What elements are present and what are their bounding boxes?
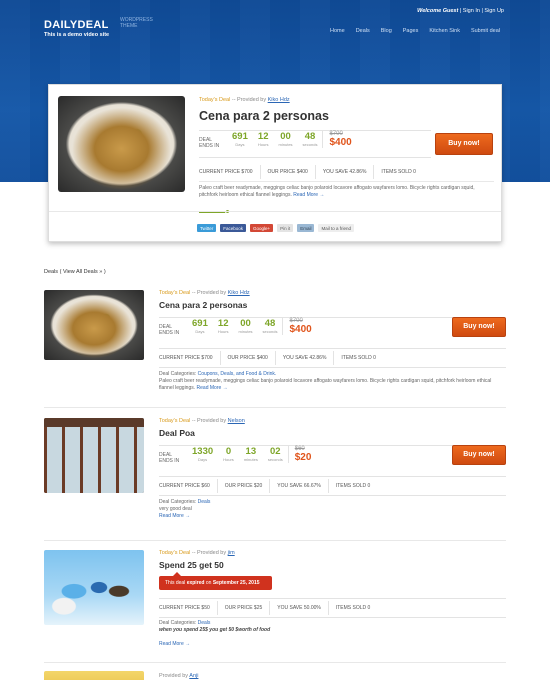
- deal-ends-label: DEAL ENDS IN: [199, 137, 220, 149]
- buy-now-button[interactable]: Buy now!: [452, 317, 506, 337]
- featured-description: Paleo craft beer readymade, meggings cel…: [199, 185, 475, 198]
- expired-notice: This deal expired on September 25, 2015: [159, 572, 272, 590]
- featured-deal-title[interactable]: Cena para 2 personas: [199, 109, 329, 123]
- category-links[interactable]: Deals: [198, 620, 211, 626]
- main-nav: Home Deals Blog Pages Kitchen Sink Submi…: [330, 28, 500, 34]
- deal-title[interactable]: Cena para 2 personas: [159, 300, 247, 310]
- provider-link[interactable]: jim: [228, 550, 235, 556]
- divider: [44, 662, 506, 663]
- nav-home[interactable]: Home: [330, 28, 345, 34]
- deal-title[interactable]: Deal Poa: [159, 428, 195, 438]
- site-tagline: This is a demo video site: [44, 32, 110, 38]
- current-price: CURRENT PRICE $700: [199, 169, 253, 175]
- deal-meta: Deal Categories: Deals when you spend 25…: [159, 620, 271, 647]
- price-summary: CURRENT PRICE $700 OUR PRICE $400 YOU SAVE…: [159, 348, 506, 368]
- deal-meta: Deal Categories: Deals very good deal Re…: [159, 499, 211, 519]
- deals-heading: Deals ( View All Deals » ): [44, 269, 106, 275]
- email-share-button[interactable]: Email: [297, 224, 315, 232]
- price-block: $700 $400: [322, 131, 352, 148]
- you-save: YOU SAVE 42.86%: [314, 165, 374, 179]
- provider-link[interactable]: Nelson: [228, 418, 245, 424]
- deal-image[interactable]: [44, 671, 144, 680]
- category-links[interactable]: Coupons, Deals, and Food & Drink.: [198, 371, 277, 377]
- new-price: $400: [329, 137, 352, 148]
- user-bar: Welcome Guest | Sign In | Sign Up: [417, 8, 504, 14]
- category-links[interactable]: Deals: [198, 499, 211, 505]
- deal-row: Provided by Anji: [44, 671, 506, 680]
- items-sold: ITEMS SOLD 0: [373, 165, 422, 179]
- deal-row: Today's Deal -- Provided by jim Spend 25…: [44, 550, 506, 660]
- divider: [44, 540, 506, 541]
- read-more-link[interactable]: Read More →: [159, 641, 190, 647]
- countdown-box: DEAL ENDS IN 1330 Days 0 Hours 13 minutes 0…: [159, 445, 499, 471]
- deal-image[interactable]: [44, 418, 144, 493]
- mail-friend-button[interactable]: Mail to a friend: [318, 224, 354, 232]
- deal-row: Today's Deal -- Provided by Kiko Hdz Cen…: [44, 290, 506, 402]
- deal-provider-line: Today's Deal -- Provided by Kiko Hdz: [199, 97, 290, 103]
- divider: [199, 181, 494, 182]
- pin-it-button[interactable]: Pin it: [277, 224, 294, 232]
- nav-deals[interactable]: Deals: [356, 28, 370, 34]
- sign-in-link[interactable]: Sign In: [463, 8, 480, 14]
- provider-link[interactable]: Anji: [189, 673, 198, 679]
- price-summary: CURRENT PRICE $700 OUR PRICE $400 YOU SA…: [199, 165, 423, 179]
- countdown-box: DEAL ENDS IN 691 Days 12 Hours 00 minutes 4…: [199, 130, 431, 158]
- featured-deal-image[interactable]: [58, 96, 185, 192]
- nav-blog[interactable]: Blog: [381, 28, 392, 34]
- countdown-box: DEAL ENDS IN 691 Days 12 Hours 00 minutes 4…: [159, 317, 499, 343]
- countdown-minutes: 00 minutes: [278, 131, 293, 147]
- nav-kitchen-sink[interactable]: Kitchen Sink: [429, 28, 460, 34]
- deal-provider-line: Today's Deal -- Provided by Nelson: [159, 418, 245, 424]
- deal-image[interactable]: [44, 550, 144, 625]
- nav-submit-deal[interactable]: Submit deal: [471, 28, 500, 34]
- deal-provider-line: Today's Deal -- Provided by jim: [159, 550, 235, 556]
- twitter-share-button[interactable]: Twitter: [197, 224, 217, 232]
- buy-now-button[interactable]: Buy now!: [452, 445, 506, 465]
- sign-up-link[interactable]: Sign Up: [484, 8, 504, 14]
- read-more-link[interactable]: Read More →: [293, 192, 324, 198]
- provider-link[interactable]: Kiko Hdz: [268, 97, 290, 103]
- view-all-deals-link[interactable]: ( View All Deals » ): [60, 269, 106, 275]
- google-plus-share-button[interactable]: Google+: [250, 224, 274, 232]
- todays-deal-label: Today's Deal: [199, 97, 231, 103]
- countdown-days: 691 Days: [232, 131, 248, 147]
- deal-title[interactable]: Spend 25 get 50: [159, 560, 224, 570]
- divider: [44, 407, 506, 408]
- deal-provider-line: Today's Deal -- Provided by Kiko Hdz: [159, 290, 250, 296]
- welcome-text: Welcome Guest: [417, 8, 459, 14]
- deal-provider-line: Provided by Anji: [159, 673, 199, 679]
- nav-pages[interactable]: Pages: [403, 28, 419, 34]
- price-summary: CURRENT PRICE $60 OUR PRICE $20 YOU SAVE 6…: [159, 476, 506, 496]
- deal-meta: Deal Categories: Coupons, Deals, and Foo…: [159, 371, 492, 391]
- provider-link[interactable]: Kiko Hdz: [228, 290, 250, 296]
- deal-image[interactable]: [44, 290, 144, 360]
- read-more-link[interactable]: Read More →: [197, 385, 228, 391]
- our-price: OUR PRICE $400: [259, 165, 315, 179]
- featured-deal: Today's Deal -- Provided by Kiko Hdz Cen…: [48, 84, 502, 242]
- countdown-seconds: 48 seconds: [302, 131, 318, 147]
- logo-subtitle: WORDPRESS THEME: [120, 17, 153, 29]
- read-more-link[interactable]: Read More →: [159, 513, 190, 519]
- share-buttons: Twitter Facebook Google+ Pin it Email Ma…: [197, 224, 354, 232]
- countdown-hours: 12 Hours: [257, 131, 269, 147]
- site-logo[interactable]: DAILYDEAL: [44, 19, 109, 31]
- facebook-share-button[interactable]: Facebook: [220, 224, 247, 232]
- divider: [49, 211, 501, 212]
- deal-row: Today's Deal -- Provided by Nelson Deal …: [44, 418, 506, 530]
- price-summary: CURRENT PRICE $50 OUR PRICE $25 YOU SAVE 5…: [159, 598, 506, 618]
- buy-now-button[interactable]: Buy now!: [435, 133, 493, 155]
